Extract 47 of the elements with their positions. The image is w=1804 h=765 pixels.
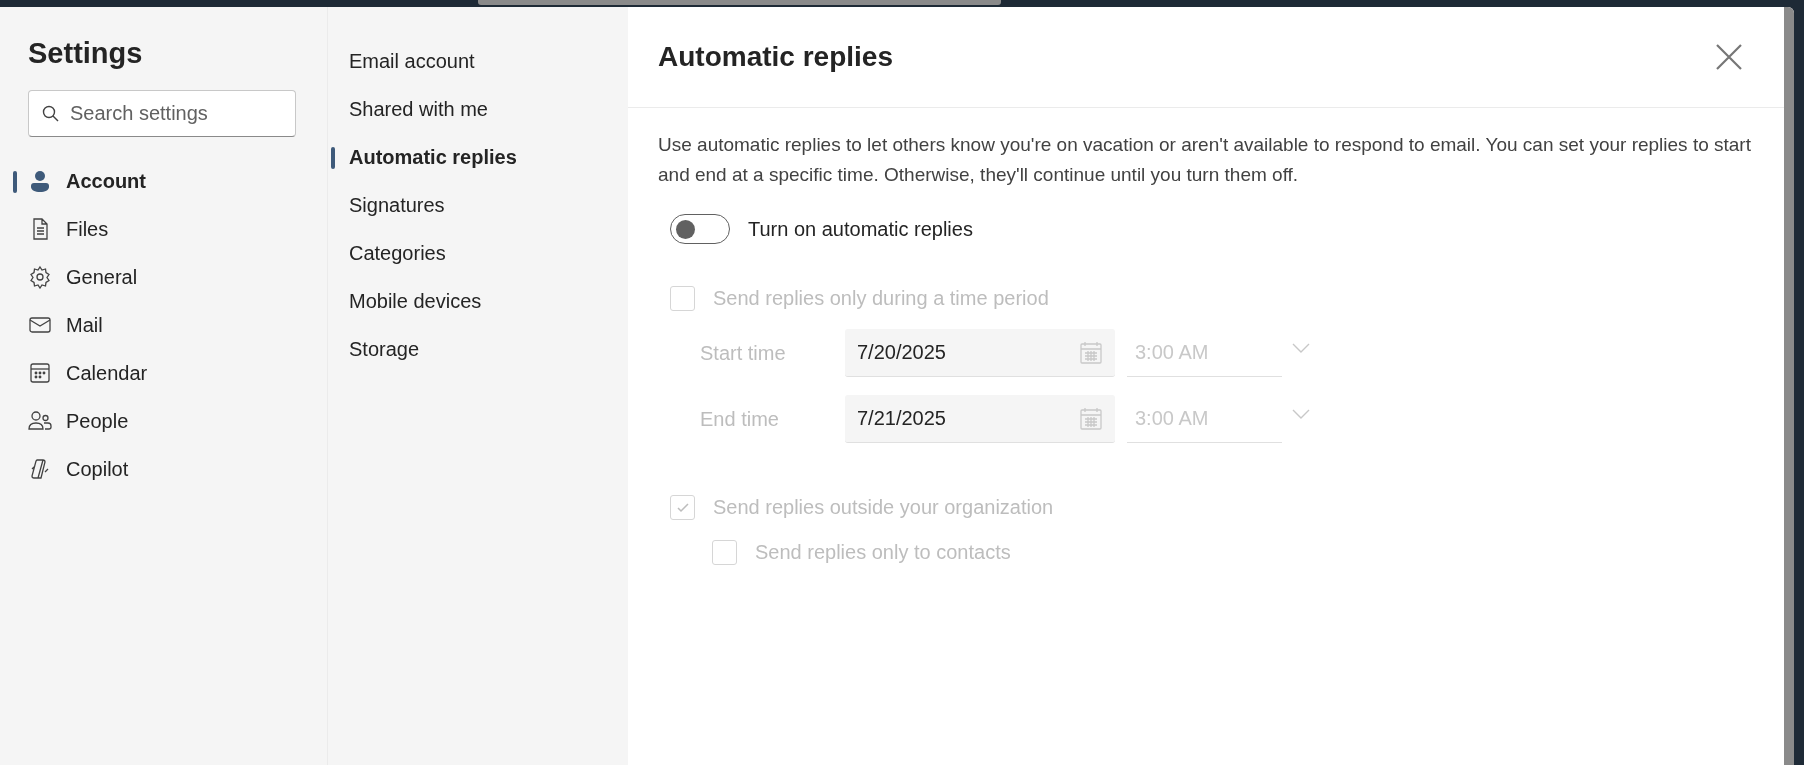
- sidebar-item-label: Calendar: [66, 361, 148, 385]
- sidebar-item[interactable]: General: [0, 253, 327, 301]
- person-icon: [28, 169, 52, 193]
- calendar-icon: [1079, 340, 1103, 365]
- sidebar-item[interactable]: Files: [0, 205, 327, 253]
- date-value: 7/21/2025: [857, 407, 946, 430]
- checkmark-icon: [675, 500, 690, 515]
- scrollbar-thumb[interactable]: [478, 0, 1001, 5]
- checkbox-label: Send replies only to contacts: [755, 541, 1011, 564]
- subnav-item[interactable]: Automatic replies: [328, 133, 628, 181]
- subnav-item[interactable]: Categories: [328, 229, 628, 277]
- chevron-down-icon: [1292, 343, 1310, 353]
- people-icon: [28, 409, 52, 433]
- toggle-label: Turn on automatic replies: [748, 217, 973, 241]
- toggle-switch[interactable]: [670, 214, 730, 244]
- search-icon: [42, 105, 59, 122]
- description-text: Use automatic replies to let others know you're on vacation or aren't available to respond to email. You can set your replies to start and end at a specific time. Otherwise, they'll continue until you turn them off.: [658, 133, 1752, 187]
- checkbox-label: Send replies outside your organization: [713, 496, 1054, 519]
- subnav-item[interactable]: Email account: [328, 37, 628, 85]
- sidebar-item-label: General: [66, 265, 138, 289]
- sidebar-item-label: Mail: [66, 313, 103, 337]
- sidebar-item-label: People: [66, 409, 129, 433]
- time-label: End time: [699, 407, 780, 431]
- time-label: Start time: [699, 341, 787, 365]
- sidebar-item-label: Files: [66, 217, 109, 241]
- sidebar-item-label: Account: [66, 169, 146, 193]
- gear-icon: [28, 265, 52, 289]
- settings-title: Settings: [28, 37, 144, 70]
- sidebar-item[interactable]: Calendar: [0, 349, 327, 397]
- calendar-icon: [28, 361, 52, 385]
- sidebar-item-label: Copilot: [66, 457, 129, 481]
- subnav-item[interactable]: Shared with me: [328, 85, 628, 133]
- scrollbar[interactable]: [1784, 7, 1794, 765]
- subnav-item[interactable]: Mobile devices: [328, 277, 628, 325]
- panel-title: Automatic replies: [658, 41, 893, 73]
- checkbox-label: Send replies only during a time period: [713, 287, 1049, 310]
- calendar-icon: [1079, 406, 1103, 431]
- subnav-item[interactable]: Signatures: [328, 181, 628, 229]
- subnav-item[interactable]: Storage: [328, 325, 628, 373]
- chevron-down-icon: [1292, 409, 1310, 419]
- search-field[interactable]: Search settings: [28, 90, 296, 137]
- sidebar-item[interactable]: Account: [0, 157, 327, 205]
- sidebar-item[interactable]: People: [0, 397, 327, 445]
- close-icon: [1716, 44, 1742, 70]
- sidebar-item[interactable]: Mail: [0, 301, 327, 349]
- sidebar-item[interactable]: Copilot: [0, 445, 327, 493]
- date-value: 7/20/2025: [857, 341, 946, 364]
